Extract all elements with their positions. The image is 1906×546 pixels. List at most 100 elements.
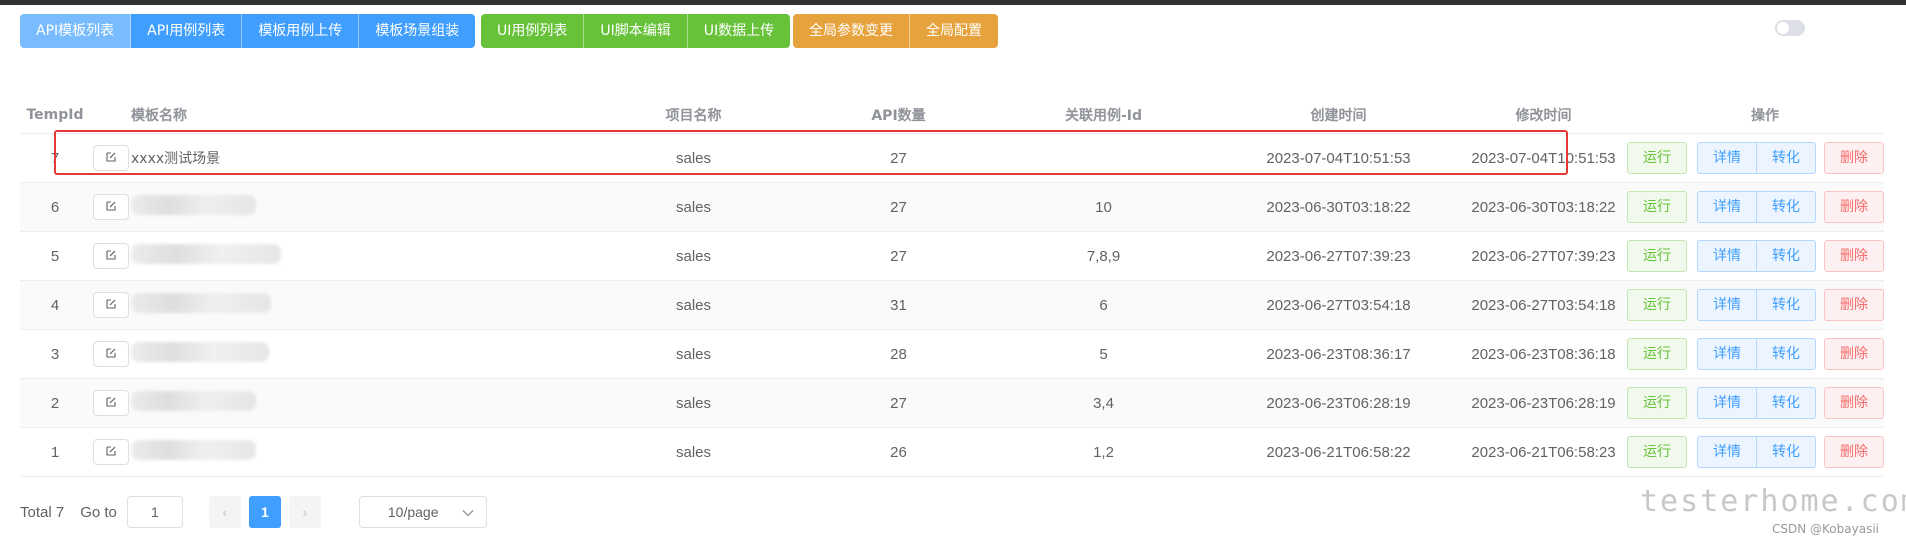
detail-button[interactable]: 详情 <box>1697 142 1756 174</box>
detail-button[interactable]: 详情 <box>1697 436 1756 468</box>
ui-case-list-button[interactable]: UI用例列表 <box>481 14 585 48</box>
edit-icon <box>105 444 117 461</box>
page-number-button[interactable]: 1 <box>248 496 281 528</box>
table-body: 7 xxxx测试场景 sales 27 2023-07-04T10:51:53 2023-… <box>20 134 1884 477</box>
table-row: 2 sales 27 3,4 2023-06-23T06:28:19 2023-06-23… <box>20 379 1884 428</box>
convert-button[interactable]: 转化 <box>1756 142 1816 174</box>
goto-input[interactable]: 1 <box>126 496 183 528</box>
edit-button[interactable] <box>92 194 129 220</box>
ui-script-edit-button[interactable]: UI脚本编辑 <box>584 14 688 48</box>
convert-button[interactable]: 转化 <box>1756 338 1816 370</box>
delete-button[interactable]: 删除 <box>1824 191 1884 223</box>
page-size-select[interactable]: 10/page <box>358 496 487 528</box>
api-button-group: API模板列表 API用例列表 模板用例上传 模板场景组装 <box>20 14 476 48</box>
convert-button[interactable]: 转化 <box>1756 191 1816 223</box>
global-param-change-button[interactable]: 全局参数变更 <box>793 14 910 48</box>
edit-icon <box>105 150 117 167</box>
cell-name <box>131 293 561 317</box>
header-created: 创建时间 <box>1310 107 1367 124</box>
goto-label: Go to <box>80 503 117 521</box>
cell-api-count: 28 <box>890 345 907 363</box>
run-button[interactable]: 运行 <box>1627 387 1687 419</box>
cell-api-count: 27 <box>890 394 907 412</box>
template-name: xxxx测试场景 <box>131 151 221 167</box>
detail-button[interactable]: 详情 <box>1697 191 1756 223</box>
cell-name <box>131 195 561 219</box>
delete-button[interactable]: 删除 <box>1824 338 1884 370</box>
ui-data-upload-button[interactable]: UI数据上传 <box>687 14 791 48</box>
cell-api-count: 27 <box>890 247 907 265</box>
delete-button[interactable]: 删除 <box>1824 289 1884 321</box>
next-page-button[interactable]: › <box>288 496 321 528</box>
cell-created: 2023-06-21T06:58:22 <box>1266 443 1411 461</box>
cell-ops: 运行 详情 转化 删除 <box>1627 240 1884 272</box>
api-case-list-button[interactable]: API用例列表 <box>131 14 243 48</box>
table-row: 6 sales 27 10 2023-06-30T03:18:22 2023-06-30T… <box>20 183 1884 232</box>
detail-button[interactable]: 详情 <box>1697 338 1756 370</box>
run-button[interactable]: 运行 <box>1627 240 1687 272</box>
run-button[interactable]: 运行 <box>1627 289 1687 321</box>
edit-button[interactable] <box>92 390 129 416</box>
cell-modified: 2023-06-27T07:39:23 <box>1471 247 1616 265</box>
chevron-left-icon: ‹ <box>222 504 228 520</box>
prev-page-button[interactable]: ‹ <box>208 496 241 528</box>
detail-button[interactable]: 详情 <box>1697 289 1756 321</box>
convert-button[interactable]: 转化 <box>1756 436 1816 468</box>
run-button[interactable]: 运行 <box>1627 436 1687 468</box>
template-scene-assemble-button[interactable]: 模板场景组装 <box>359 14 476 48</box>
cell-tempid: 6 <box>50 198 60 216</box>
delete-button[interactable]: 删除 <box>1824 142 1884 174</box>
cell-related: 10 <box>1095 198 1112 216</box>
edit-button[interactable] <box>92 292 129 318</box>
cell-name: xxxx测试场景 <box>131 148 561 168</box>
detail-convert-group: 详情 转化 <box>1697 142 1816 174</box>
delete-button[interactable]: 删除 <box>1824 387 1884 419</box>
cell-name <box>131 440 561 464</box>
template-case-upload-button[interactable]: 模板用例上传 <box>242 14 360 48</box>
cell-created: 2023-06-30T03:18:22 <box>1266 198 1411 216</box>
cell-project: sales <box>675 149 712 167</box>
ui-button-group: UI用例列表 UI脚本编辑 UI数据上传 <box>481 14 791 48</box>
detail-convert-group: 详情 转化 <box>1697 387 1816 419</box>
cell-project: sales <box>675 247 712 265</box>
convert-button[interactable]: 转化 <box>1756 240 1816 272</box>
cell-project: sales <box>675 443 712 461</box>
edit-button[interactable] <box>92 341 129 367</box>
global-config-button[interactable]: 全局配置 <box>910 14 998 48</box>
cell-created: 2023-06-27T07:39:23 <box>1266 247 1411 265</box>
edit-button[interactable] <box>92 439 129 465</box>
blurred-name <box>131 391 256 411</box>
run-button[interactable]: 运行 <box>1627 191 1687 223</box>
table-row: 3 sales 28 5 2023-06-23T08:36:17 2023-06-23T0… <box>20 330 1884 379</box>
cell-api-count: 27 <box>890 198 907 216</box>
header-modified: 修改时间 <box>1515 107 1572 124</box>
template-table: TempId 模板名称 项目名称 API数量 关联用例-Id 创建时间 修改时间… <box>20 96 1884 477</box>
header-project: 项目名称 <box>665 107 722 124</box>
cell-project: sales <box>675 394 712 412</box>
toggle-switch[interactable] <box>1775 20 1805 36</box>
detail-convert-group: 详情 转化 <box>1697 191 1816 223</box>
cell-project: sales <box>675 345 712 363</box>
detail-button[interactable]: 详情 <box>1697 240 1756 272</box>
pagination: Total 7 Go to 1 ‹ 1 › 10/page <box>20 496 487 528</box>
cell-name <box>131 342 561 366</box>
run-button[interactable]: 运行 <box>1627 142 1687 174</box>
table-row: 5 sales 27 7,8,9 2023-06-27T07:39:23 2023-06-… <box>20 232 1884 281</box>
edit-button[interactable] <box>92 145 129 171</box>
delete-button[interactable]: 删除 <box>1824 436 1884 468</box>
edit-button[interactable] <box>92 243 129 269</box>
cell-name <box>131 391 561 415</box>
run-button[interactable]: 运行 <box>1627 338 1687 370</box>
convert-button[interactable]: 转化 <box>1756 387 1816 419</box>
cell-created: 2023-06-27T03:54:18 <box>1266 296 1411 314</box>
delete-button[interactable]: 删除 <box>1824 240 1884 272</box>
cell-modified: 2023-06-30T03:18:22 <box>1471 198 1616 216</box>
convert-button[interactable]: 转化 <box>1756 289 1816 321</box>
detail-button[interactable]: 详情 <box>1697 387 1756 419</box>
edit-icon <box>105 395 117 412</box>
api-template-list-button[interactable]: API模板列表 <box>20 14 132 48</box>
cell-modified: 2023-06-23T08:36:18 <box>1471 345 1616 363</box>
cell-related: 1,2 <box>1093 443 1114 461</box>
cell-api-count: 27 <box>890 149 907 167</box>
cell-created: 2023-06-23T06:28:19 <box>1266 394 1411 412</box>
